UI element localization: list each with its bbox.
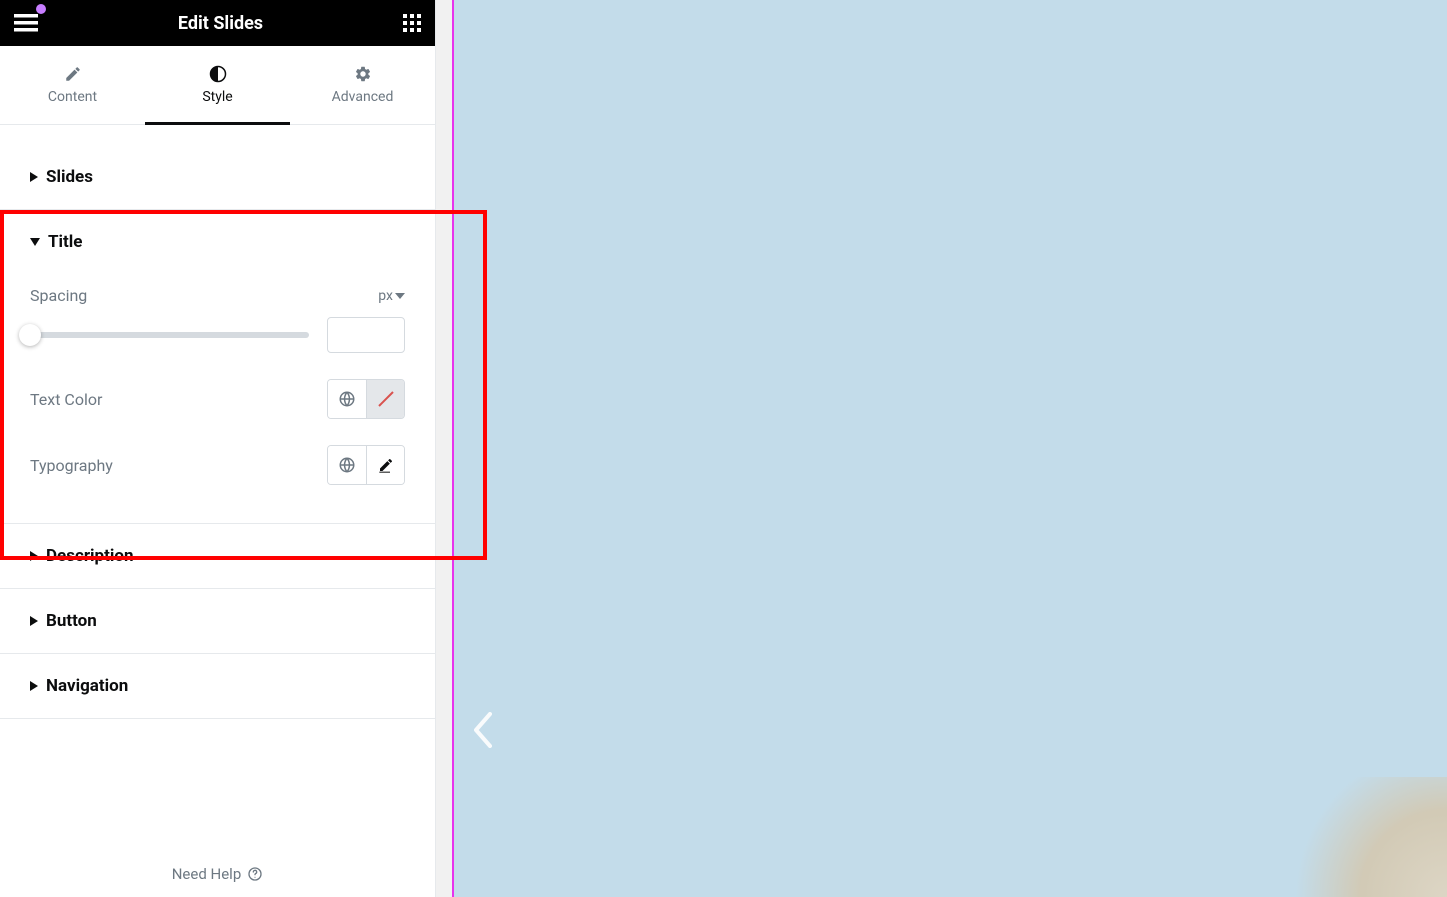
chevron-left-icon [470,710,496,750]
section-description-label: Description [46,546,133,566]
spacing-input[interactable] [327,317,405,353]
spacer [0,125,435,145]
spacing-label: Spacing [30,286,87,305]
slide-prev-button[interactable] [470,710,496,750]
pencil-icon [64,65,82,83]
preview-canvas[interactable] [452,0,1447,897]
caret-right-icon [30,616,38,626]
tab-content[interactable]: Content [0,46,145,124]
section-button[interactable]: Button [0,589,435,654]
tab-content-label: Content [48,89,97,105]
spacing-slider-thumb[interactable] [19,324,41,346]
panel-title: Edit Slides [38,13,403,34]
notification-dot-icon [36,4,46,14]
section-title-label: Title [48,232,82,252]
caret-right-icon [30,172,38,182]
spacing-unit-text: px [378,288,393,304]
text-color-label: Text Color [30,390,102,409]
tab-advanced-label: Advanced [332,89,394,105]
pencil-icon [378,457,394,473]
tab-advanced[interactable]: Advanced [290,46,435,124]
section-navigation-label: Navigation [46,676,128,696]
sidebar-scrollbar[interactable] [435,0,452,897]
tab-style-label: Style [202,89,232,105]
question-circle-icon [247,866,263,882]
widgets-grid-button[interactable] [403,14,421,32]
globe-icon [338,390,356,408]
typography-row: Typography [30,445,405,485]
section-navigation[interactable]: Navigation [0,654,435,719]
panel-content: Slides Title Spacing px Text Color [0,125,435,851]
typography-label: Typography [30,456,113,475]
caret-right-icon [30,551,38,561]
menu-button[interactable] [14,14,38,32]
need-help-label: Need Help [172,865,242,883]
section-slides-label: Slides [46,167,93,187]
gear-icon [354,65,372,83]
spacing-row: Spacing px [30,286,405,305]
spacing-slider-row [30,317,405,353]
global-typography-button[interactable] [328,446,366,484]
section-title[interactable]: Title [0,210,435,274]
preview-image-fragment [1267,777,1447,897]
section-button-label: Button [46,611,97,631]
section-slides[interactable]: Slides [0,145,435,210]
grid-icon [403,14,421,32]
text-color-controls [327,379,405,419]
hamburger-icon [14,14,38,32]
color-picker-button[interactable] [366,380,404,418]
editor-sidebar: Edit Slides Content Style [0,0,435,897]
typography-controls [327,445,405,485]
text-color-row: Text Color [30,379,405,419]
editor-tabs: Content Style Advanced [0,46,435,125]
section-description[interactable]: Description [0,524,435,589]
caret-right-icon [30,681,38,691]
tab-style[interactable]: Style [145,46,290,124]
caret-down-icon [30,238,40,246]
sidebar-header: Edit Slides [0,0,435,46]
need-help-link[interactable]: Need Help [0,851,435,897]
global-color-button[interactable] [328,380,366,418]
spacing-unit-select[interactable]: px [378,288,405,304]
half-circle-icon [209,65,227,83]
title-controls: Spacing px Text Color [0,274,435,523]
spacing-slider[interactable] [30,332,309,338]
typography-edit-button[interactable] [366,446,404,484]
no-color-icon [377,390,395,408]
globe-icon [338,456,356,474]
chevron-down-icon [395,293,405,299]
